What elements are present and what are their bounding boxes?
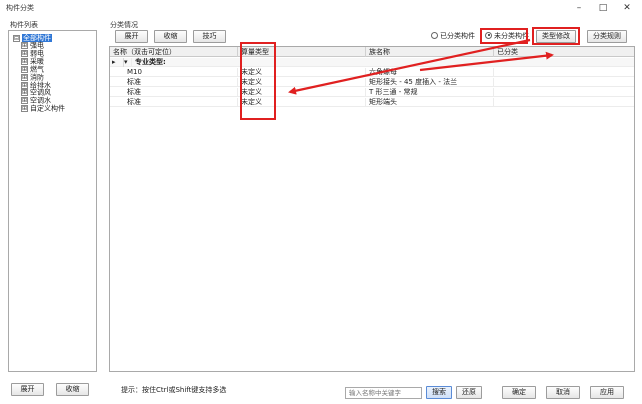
expand-icon[interactable]: ⊞ xyxy=(21,97,28,105)
expand-icon[interactable]: ⊞ xyxy=(21,81,28,89)
tips-button[interactable]: 技巧 xyxy=(193,30,226,43)
group-row[interactable]: ▸ ▾ 专业类型: xyxy=(110,58,634,67)
tree-item-label: 空调水 xyxy=(30,96,51,105)
tree-item-label: 给排水 xyxy=(30,81,51,90)
cell-family: 六角螺母 xyxy=(366,68,494,77)
row-marker-icon: ▸ xyxy=(110,58,124,67)
annotation-box-unclassified xyxy=(480,28,528,44)
cell-family: 矩形接头 - 45 度插入 - 法兰 xyxy=(366,78,494,87)
search-input[interactable] xyxy=(345,387,422,399)
expand-icon[interactable]: ⊞ xyxy=(21,73,28,81)
cell-classified xyxy=(494,88,634,97)
cell-family: T 形三通 - 常规 xyxy=(366,88,494,97)
cell-name: 标准 xyxy=(124,98,238,107)
table-row[interactable]: 标准 未定义 矩形端头 xyxy=(110,98,634,107)
component-list-label: 构件列表 xyxy=(10,21,38,29)
annotation-box-calc-type xyxy=(240,42,276,120)
cell-classified xyxy=(494,68,634,77)
table-row[interactable]: 标准 未定义 矩形接头 - 45 度插入 - 法兰 xyxy=(110,78,634,87)
maximize-icon[interactable]: □ xyxy=(592,1,614,15)
expand-icon[interactable]: ⊞ xyxy=(21,89,28,97)
annotation-box-type-modify xyxy=(532,27,580,45)
table-row[interactable]: 标准 未定义 T 形三通 - 常规 xyxy=(110,88,634,97)
cell-name: 标准 xyxy=(124,88,238,97)
expand-icon[interactable]: ⊞ xyxy=(21,42,28,49)
title-bar: 构件分类 – □ ✕ xyxy=(0,0,642,16)
cancel-button[interactable]: 取消 xyxy=(546,386,580,399)
component-table: 名称（双击可定位） 算量类型 族名称 已分类 ▸ ▾ 专业类型: M10 未定义… xyxy=(109,46,635,372)
left-expand-button[interactable]: 展开 xyxy=(11,383,44,396)
radio-classified-label: 已分类构件 xyxy=(440,32,475,40)
tree-item-label: 消防 xyxy=(30,73,44,82)
radio-dot[interactable] xyxy=(431,31,438,39)
search-button[interactable]: 搜索 xyxy=(426,386,452,399)
tree-items: ⊞ 强电 ⊞ 弱电 ⊞ 采暖 ⊞ 燃气 ⊞ 消防 ⊞ 给排水 ⊞ 空调风 ⊞ 空调水 ⊞ 自定义构… xyxy=(21,42,65,113)
tree-item-custom[interactable]: ⊞ 自定义构件 xyxy=(21,105,65,113)
table-row[interactable]: M10 未定义 六角螺母 xyxy=(110,68,634,77)
classify-rules-button[interactable]: 分类规则 xyxy=(587,30,627,43)
column-header-family[interactable]: 族名称 xyxy=(366,47,494,57)
collapse-icon[interactable]: ⊟ xyxy=(13,34,20,42)
cell-classified xyxy=(494,78,634,87)
left-collapse-button[interactable]: 收缩 xyxy=(56,383,89,396)
expand-icon[interactable]: ⊞ xyxy=(21,57,28,65)
close-icon[interactable]: ✕ xyxy=(616,1,638,15)
expand-button[interactable]: 展开 xyxy=(115,30,148,43)
column-header-classified[interactable]: 已分类 xyxy=(494,47,634,57)
table-header: 名称（双击可定位） 算量类型 族名称 已分类 xyxy=(110,47,634,57)
multi-select-hint: 提示：按住Ctrl或Shift键支持多选 xyxy=(121,386,227,394)
column-header-name[interactable]: 名称（双击可定位） xyxy=(110,47,238,57)
apply-button[interactable]: 应用 xyxy=(590,386,624,399)
tree-item-label: 空调风 xyxy=(30,88,51,97)
collapse-button[interactable]: 收缩 xyxy=(154,30,187,43)
expand-icon[interactable]: ⊞ xyxy=(21,65,28,73)
cell-name: M10 xyxy=(124,68,238,77)
radio-classified[interactable]: 已分类构件 xyxy=(431,31,475,41)
group-toggle-icon[interactable]: ▾ xyxy=(124,58,132,67)
component-tree: ⊟ 全部构件 ⊞ 强电 ⊞ 弱电 ⊞ 采暖 ⊞ 燃气 ⊞ 消防 ⊞ 给排水 ⊞ 空调风 ⊞ 空调水… xyxy=(8,30,97,372)
tree-item-label: 自定义构件 xyxy=(30,104,65,113)
group-label: 专业类型: xyxy=(135,58,166,66)
cell-classified xyxy=(494,98,634,107)
restore-button[interactable]: 还原 xyxy=(456,386,482,399)
minimize-icon[interactable]: – xyxy=(568,1,590,15)
classification-label: 分类情况 xyxy=(110,21,138,29)
ok-button[interactable]: 确定 xyxy=(502,386,536,399)
expand-icon[interactable]: ⊞ xyxy=(21,49,28,57)
window-title: 构件分类 xyxy=(6,4,34,12)
cell-family: 矩形端头 xyxy=(366,98,494,107)
cell-name: 标准 xyxy=(124,78,238,87)
expand-icon[interactable]: ⊞ xyxy=(21,105,28,113)
